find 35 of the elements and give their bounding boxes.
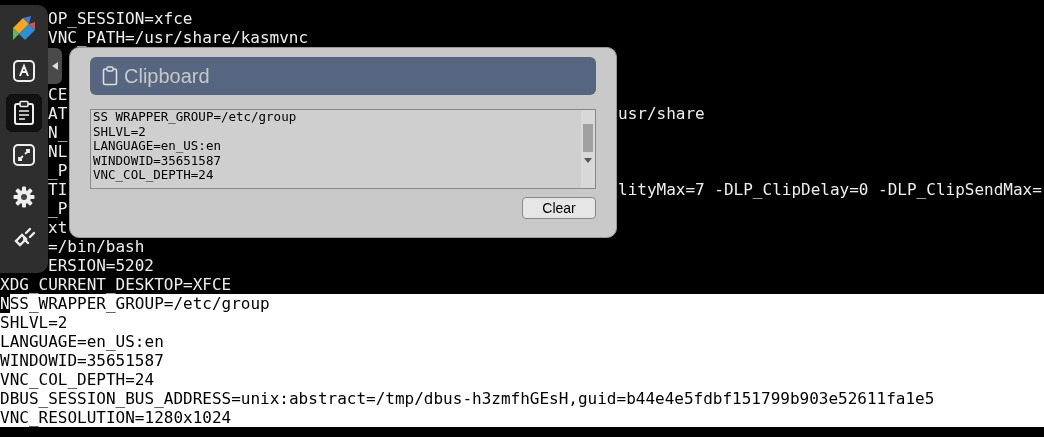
terminal-line: WINDOWID=35651587 bbox=[0, 351, 164, 370]
terminal-line: =/bin/bash bbox=[48, 237, 145, 256]
sidebar-button[interactable] bbox=[6, 94, 42, 132]
terminal-line: VNC_COL_DEPTH=24 bbox=[0, 370, 155, 389]
terminal-line: XDG_CURRENT_DESKTOP=XFCE bbox=[0, 275, 232, 294]
terminal-line: SHLVL=2 bbox=[0, 313, 68, 332]
terminal-line: TI bbox=[48, 180, 68, 199]
clipboard-icon bbox=[102, 66, 118, 86]
clipboard-icon bbox=[13, 100, 35, 126]
scrollbar[interactable] bbox=[581, 110, 595, 188]
key-icon bbox=[12, 59, 36, 83]
terminal-line: lityMax=7 -DLP_ClipDelay=0 -DLP_ClipSendMax= bbox=[618, 180, 1042, 199]
terminal-line: xt bbox=[48, 218, 68, 237]
terminal-line: DBUS_SESSION_BUS_ADDRESS=unix:abstract=/tmp/dbus-h3zmfhGEsH,guid=b44e4e5fdbf151799b903e52611fa1e5 bbox=[0, 389, 935, 408]
clipboard-text-field[interactable]: SS WRAPPER_GROUP=/etc/group SHLVL=2 LANGUAGE=en_US:en WINDOWID=35651587 VNC_COL_DEPTH=24 bbox=[90, 109, 596, 189]
terminal-line: ERSION=5202 bbox=[48, 256, 154, 275]
sidebar-handle[interactable] bbox=[48, 48, 62, 84]
terminal-line: N_ bbox=[48, 123, 68, 142]
terminal-line: NL bbox=[48, 142, 68, 161]
terminal-line: CE bbox=[48, 85, 68, 104]
terminal-line: LANGUAGE=en_US:en bbox=[0, 332, 164, 351]
terminal-line: NSS_WRAPPER_GROUP=/etc/group bbox=[0, 294, 270, 313]
collapse-arrow-icon bbox=[52, 62, 58, 70]
panel-title: Clipboard bbox=[124, 64, 210, 89]
terminal-line: OP_SESSION=xfce bbox=[48, 9, 193, 28]
clear-button[interactable]: Clear bbox=[522, 197, 596, 219]
terminal-line: _P bbox=[48, 161, 68, 180]
terminal-line: _P bbox=[48, 199, 68, 218]
terminal-line: VNC_RESOLUTION=1280x1024 bbox=[0, 408, 232, 427]
terminal-line: usr/share bbox=[618, 104, 705, 123]
scroll-down-arrow-icon bbox=[584, 158, 592, 163]
terminal-line: VNC_PATH=/usr/share/kasmvnc bbox=[48, 28, 309, 47]
terminal-line: AT bbox=[48, 104, 68, 123]
fullscreen-icon bbox=[12, 143, 36, 167]
gear-icon bbox=[12, 185, 36, 209]
